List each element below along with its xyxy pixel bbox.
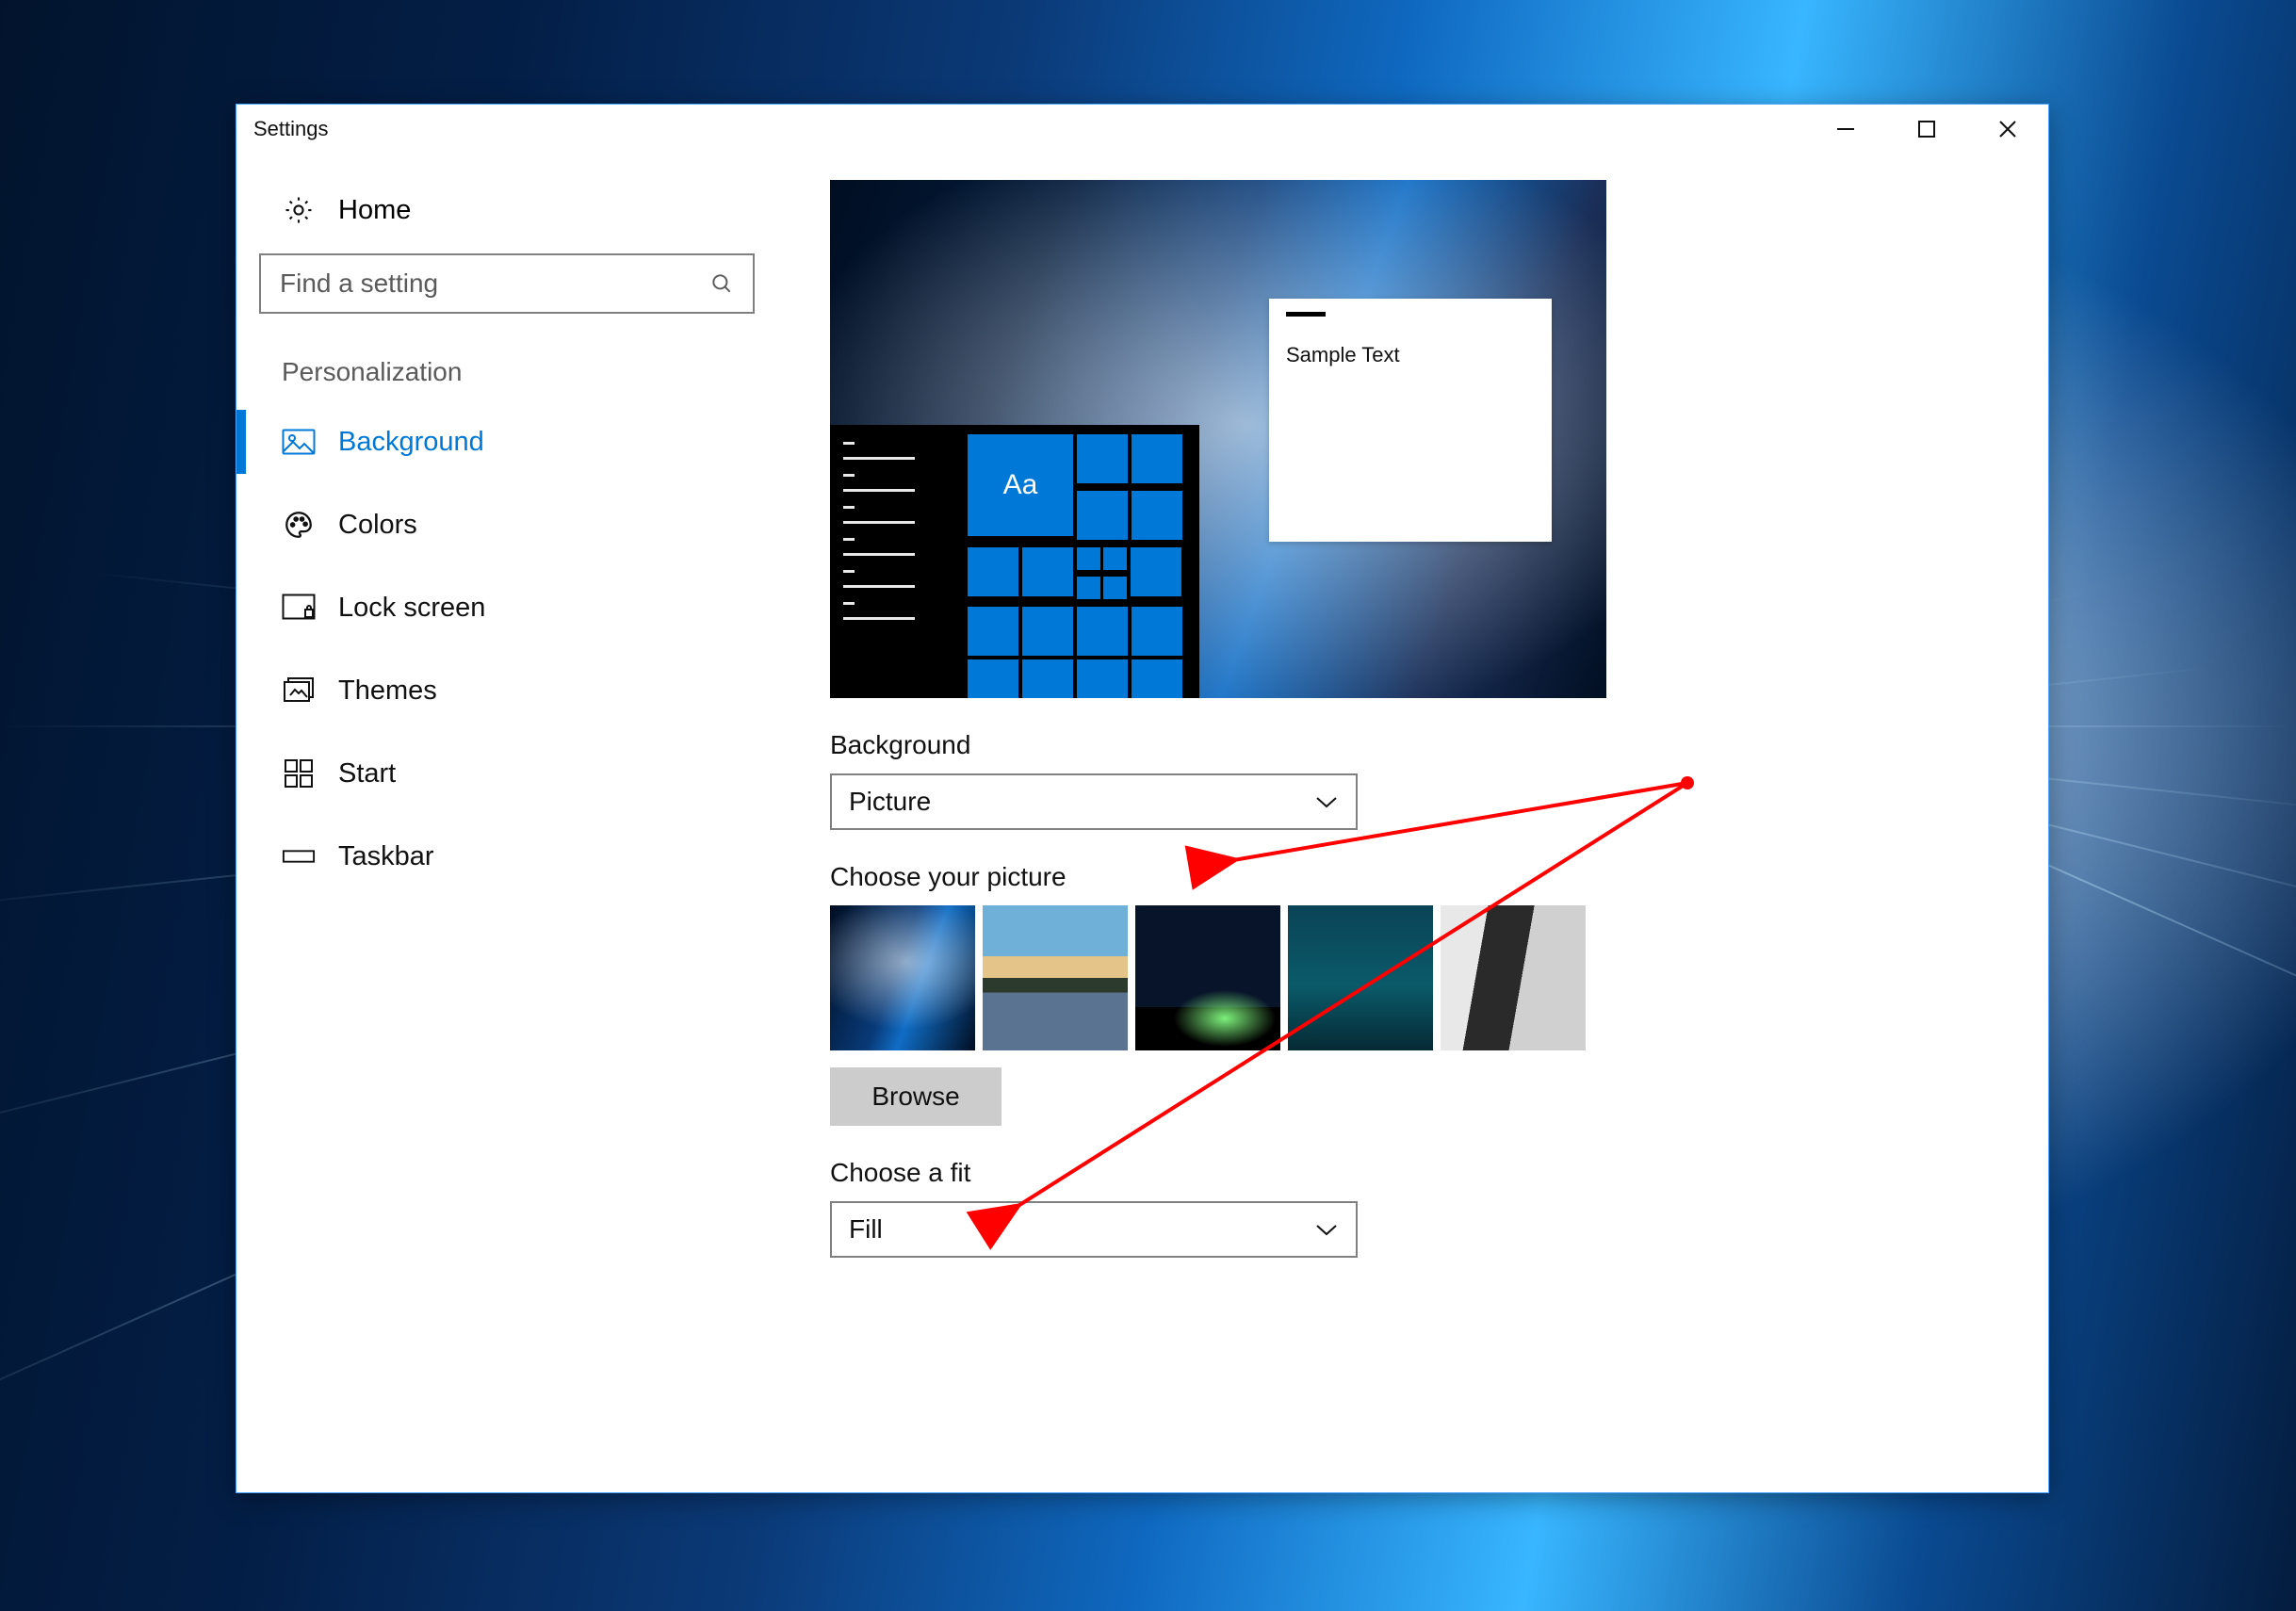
search-input[interactable]: Find a setting — [259, 253, 755, 314]
search-placeholder: Find a setting — [280, 268, 709, 299]
preview-sample-window: Sample Text — [1269, 299, 1552, 542]
start-icon — [282, 757, 316, 790]
taskbar-icon — [282, 839, 316, 873]
fit-label: Choose a fit — [830, 1158, 1992, 1188]
sidebar: Home Find a setting Personalization Back… — [236, 180, 800, 1492]
picture-thumb-4[interactable] — [1288, 905, 1433, 1050]
sidebar-item-themes[interactable]: Themes — [259, 649, 800, 732]
background-label: Background — [830, 730, 1992, 760]
maximize-button[interactable] — [1886, 105, 1967, 154]
sidebar-item-label: Background — [338, 427, 484, 458]
close-icon — [1997, 119, 2018, 139]
home-button[interactable]: Home — [259, 180, 800, 253]
choose-picture-label: Choose your picture — [830, 862, 1992, 892]
sidebar-item-lockscreen[interactable]: Lock screen — [259, 566, 800, 649]
background-value: Picture — [849, 787, 1314, 817]
themes-icon — [282, 674, 316, 708]
minimize-icon — [1835, 119, 1856, 139]
palette-icon — [282, 508, 316, 542]
picture-thumb-1[interactable] — [830, 905, 975, 1050]
lockscreen-icon — [282, 591, 316, 625]
settings-window: Settings Home Find a setting — [236, 104, 2049, 1493]
close-button[interactable] — [1967, 105, 2048, 154]
window-title: Settings — [253, 117, 329, 141]
picture-icon — [282, 425, 316, 459]
search-icon — [709, 271, 734, 296]
sidebar-item-label: Themes — [338, 675, 437, 707]
gear-icon — [282, 193, 316, 227]
browse-button[interactable]: Browse — [830, 1067, 1001, 1126]
maximize-icon — [1917, 120, 1936, 138]
preview-tile-aa: Aa — [968, 434, 1073, 536]
fit-value: Fill — [849, 1214, 1314, 1245]
preview-sample-text: Sample Text — [1286, 343, 1535, 367]
fit-dropdown[interactable]: Fill — [830, 1201, 1358, 1258]
sidebar-item-background[interactable]: Background — [259, 400, 800, 483]
picture-thumb-3[interactable] — [1135, 905, 1280, 1050]
home-label: Home — [338, 195, 411, 226]
picture-thumb-5[interactable] — [1441, 905, 1586, 1050]
sidebar-category: Personalization — [259, 314, 800, 400]
sidebar-item-taskbar[interactable]: Taskbar — [259, 815, 800, 898]
sidebar-item-label: Colors — [338, 510, 417, 541]
minimize-button[interactable] — [1805, 105, 1886, 154]
sidebar-item-label: Lock screen — [338, 593, 485, 624]
sidebar-item-label: Start — [338, 758, 396, 789]
sidebar-item-label: Taskbar — [338, 841, 434, 872]
picture-thumb-2[interactable] — [983, 905, 1128, 1050]
titlebar[interactable]: Settings — [236, 105, 2048, 154]
chevron-down-icon — [1314, 1222, 1339, 1237]
main-area: Aa — [800, 180, 2048, 1492]
browse-label: Browse — [871, 1082, 959, 1112]
sidebar-item-colors[interactable]: Colors — [259, 483, 800, 566]
sidebar-item-start[interactable]: Start — [259, 732, 800, 815]
background-dropdown[interactable]: Picture — [830, 773, 1358, 830]
chevron-down-icon — [1314, 794, 1339, 809]
picture-thumbnails — [830, 905, 1992, 1050]
desktop-preview: Aa — [830, 180, 1606, 698]
